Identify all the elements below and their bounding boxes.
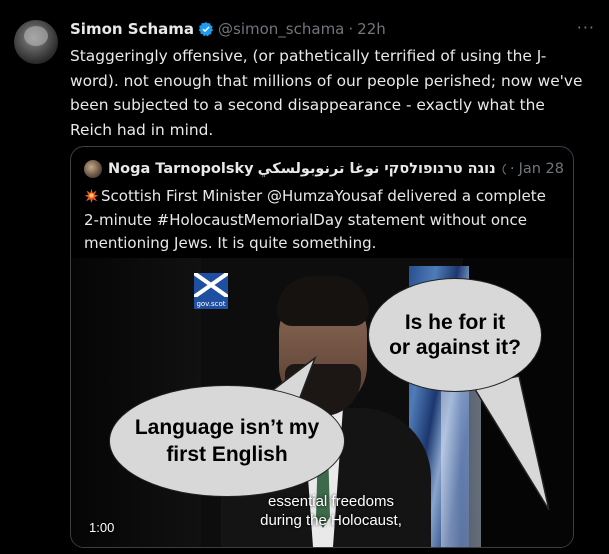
header-separator: · (348, 20, 354, 38)
author-avatar[interactable] (14, 20, 58, 64)
quoted-header-separator: · (509, 161, 515, 177)
quoted-tweet-text: Scottish First Minister @HumzaYousaf del… (84, 187, 546, 252)
speech-bubble-left-line2: first English (166, 443, 288, 466)
speech-bubble-right: Is he for it or against it? (368, 278, 542, 392)
quoted-tweet-time: Jan 28 (518, 161, 564, 177)
quoted-author-name-rtl: נוגה טרנופולסקי نوغا ترنوبولسكي (257, 161, 496, 177)
tweet-time[interactable]: 22h (357, 20, 386, 38)
author-name[interactable]: Simon Schama (70, 20, 194, 38)
quoted-tweet[interactable]: Noga Tarnopolsky נוגה טרנופולסקי نوغا تر… (70, 146, 574, 548)
video-subtitles: essential freedoms during the Holocaust, (221, 492, 441, 530)
subtitle-line-1: essential freedoms (268, 493, 394, 510)
tweet-header: Simon Schama @simon_schama · 22h (70, 18, 386, 40)
speech-bubble-right-line1: Is he for it (404, 311, 506, 334)
quoted-tweet-text-block: Scottish First Minister @HumzaYousaf del… (84, 185, 564, 256)
quoted-author-handle: @NTarnopolsky (502, 161, 506, 177)
subtitle-line-2: during the Holocaust, (260, 512, 402, 529)
speech-bubble-right-line2: or against it? (389, 336, 521, 359)
video-duration: 1:00 (89, 520, 115, 535)
collision-spark-icon (84, 188, 99, 203)
verified-badge-icon (198, 22, 214, 37)
more-dots-icon[interactable]: ··· (577, 18, 595, 37)
video-player[interactable]: gov.scot Is he for it or against it? Lan… (71, 258, 573, 547)
quoted-author-name: Noga Tarnopolsky (108, 161, 254, 177)
speech-bubble-left: Language isn’t my first English (109, 385, 345, 497)
author-handle[interactable]: @simon_schama (218, 20, 344, 38)
tweet-text: Staggeringly offensive, (or pathetically… (70, 47, 583, 139)
quoted-tweet-header: Noga Tarnopolsky נוגה טרנופולסקי نوغا تر… (84, 159, 564, 179)
quoted-author-avatar (84, 160, 102, 178)
speech-bubble-left-line1: Language isn’t my (134, 416, 320, 439)
